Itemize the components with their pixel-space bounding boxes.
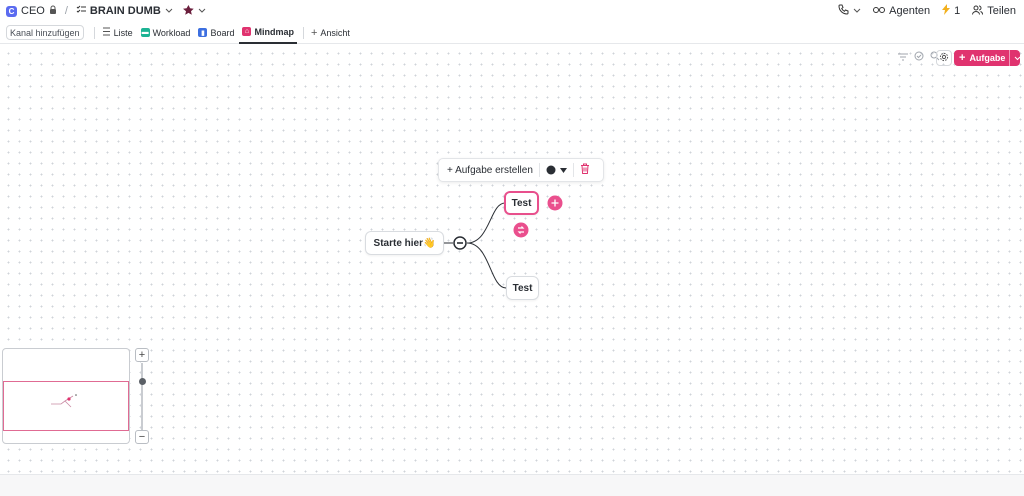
call-button[interactable] xyxy=(838,4,861,18)
plus-icon: + xyxy=(959,52,966,64)
convert-subtask-button[interactable] xyxy=(513,222,529,238)
mindmap-icon: ⌂ xyxy=(242,27,252,36)
divider xyxy=(302,26,304,39)
list-icon xyxy=(102,27,111,38)
minus-icon: − xyxy=(138,431,146,443)
caret-down-icon xyxy=(559,167,567,173)
trash-icon[interactable] xyxy=(580,163,590,177)
agents-button[interactable]: Agenten xyxy=(873,5,930,17)
minus-circle-icon xyxy=(453,236,467,250)
workload-icon: ▬ xyxy=(140,28,150,37)
chevron-down-icon xyxy=(853,5,861,17)
gear-icon xyxy=(939,51,949,65)
zoom-out-button[interactable]: − xyxy=(135,430,149,444)
list-name[interactable]: BRAIN DUMB xyxy=(90,5,161,17)
divider xyxy=(538,163,540,177)
check-circle-icon[interactable] xyxy=(914,50,924,64)
minimap-preview xyxy=(51,394,77,408)
ai-credits-button[interactable]: 1 xyxy=(942,4,960,18)
minimap[interactable] xyxy=(2,348,130,444)
chevron-down-icon[interactable] xyxy=(1009,50,1024,66)
tab-mindmap[interactable]: ⌂ Mindmap xyxy=(239,22,297,44)
color-picker-button[interactable] xyxy=(546,165,567,175)
root-node[interactable]: Starte hier👋 xyxy=(365,231,444,255)
child-node[interactable]: Test xyxy=(506,276,539,300)
breadcrumb-separator: / xyxy=(64,5,68,17)
tab-liste[interactable]: Liste xyxy=(99,22,136,44)
filter-icon[interactable] xyxy=(898,50,908,64)
workspace-name[interactable]: CEO xyxy=(21,5,45,17)
plus-icon: + xyxy=(310,26,318,39)
node-toolbar: + Aufgabe erstellen xyxy=(438,158,604,182)
tab-board[interactable]: ▮ Board xyxy=(195,22,237,44)
star-icon[interactable] xyxy=(182,4,194,18)
share-label: Teilen xyxy=(987,5,1016,17)
divider xyxy=(572,163,574,177)
add-channel-button[interactable]: Kanal hinzufügen xyxy=(6,25,84,40)
tab-label: Workload xyxy=(152,27,191,38)
view-tab-bar: Kanal hinzufügen Liste ▬ Workload ▮ Boar… xyxy=(0,22,1024,44)
top-bar: C CEO / BRAIN DUMB Agenten 1 Teilen xyxy=(0,0,1024,22)
add-task-button[interactable]: + Aufgabe xyxy=(954,50,1021,66)
add-view-label: Ansicht xyxy=(320,27,350,38)
agents-label: Agenten xyxy=(889,5,931,17)
bolt-icon xyxy=(942,4,951,18)
subtask-icon xyxy=(513,222,529,238)
bolt-count: 1 xyxy=(954,5,961,17)
zoom-slider-track[interactable] xyxy=(141,363,143,430)
plus-circle-icon xyxy=(547,195,563,211)
share-people-icon xyxy=(972,5,984,18)
settings-button[interactable] xyxy=(936,50,952,66)
bottom-bar xyxy=(0,474,1024,496)
divider xyxy=(93,26,95,39)
zoom-slider-handle[interactable] xyxy=(139,378,146,385)
canvas-tool-icons xyxy=(898,50,940,64)
collapse-toggle[interactable] xyxy=(453,236,467,250)
color-dot-icon xyxy=(546,165,556,175)
chevron-down-icon[interactable] xyxy=(165,5,173,17)
board-icon: ▮ xyxy=(198,28,208,37)
lock-icon xyxy=(49,5,57,17)
mindmap-canvas[interactable] xyxy=(0,45,1024,474)
breadcrumb: C CEO / BRAIN DUMB xyxy=(6,4,206,18)
add-task-label: Aufgabe xyxy=(969,53,1006,63)
tab-label: Mindmap xyxy=(254,26,294,37)
chevron-down-icon[interactable] xyxy=(198,5,206,17)
workspace-avatar[interactable]: C xyxy=(6,5,17,17)
share-button[interactable]: Teilen xyxy=(972,5,1016,18)
agents-icon xyxy=(873,5,886,17)
tab-workload[interactable]: ▬ Workload xyxy=(138,22,194,44)
top-right-actions: Agenten 1 Teilen xyxy=(838,0,1016,22)
tab-label: Liste xyxy=(113,27,133,38)
checklist-icon xyxy=(76,5,86,17)
create-task-button[interactable]: + Aufgabe erstellen xyxy=(447,165,533,176)
tab-label: Board xyxy=(210,27,235,38)
child-node[interactable]: Test xyxy=(504,191,539,215)
add-node-button[interactable] xyxy=(547,195,563,211)
phone-icon xyxy=(838,4,849,18)
zoom-in-button[interactable]: + xyxy=(135,348,149,362)
add-view-button[interactable]: + Ansicht xyxy=(308,22,353,44)
plus-icon: + xyxy=(138,349,146,361)
